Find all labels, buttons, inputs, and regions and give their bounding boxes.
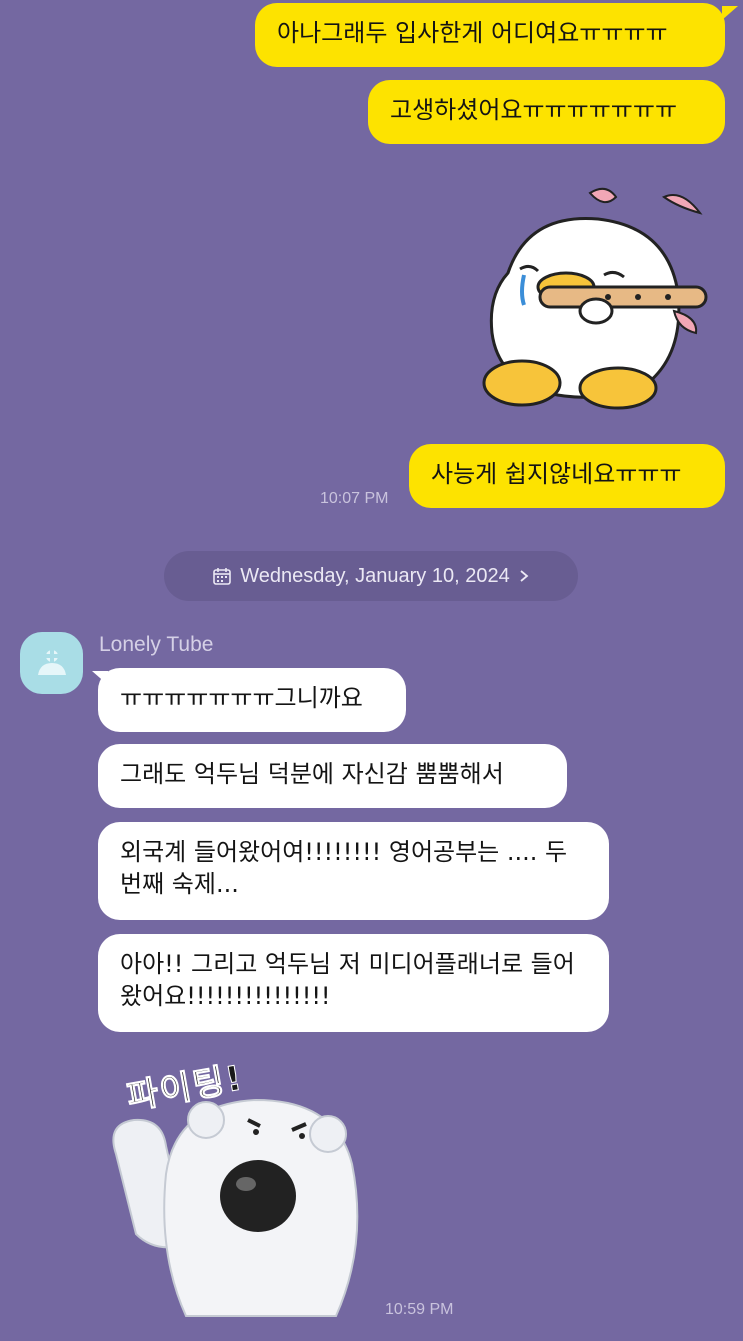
chat-room: 아나그래두 입사한게 어디여요ㅠㅠㅠㅠ 고생하셨어요ㅠㅠㅠㅠㅠㅠㅠ 10:07 … xyxy=(0,0,743,1341)
message-text: 아아!! 그리고 억두님 저 미디어플래너로 들어왔어요!!!!!!!!!!!!… xyxy=(120,950,575,1010)
my-message-bubble[interactable]: 고생하셨어요ㅠㅠㅠㅠㅠㅠㅠ xyxy=(368,80,725,144)
polar-bear-fighting-sticker[interactable]: 파이팅! xyxy=(96,1054,376,1324)
crying-duck-sticker[interactable] xyxy=(478,183,718,413)
message-text: 아나그래두 입사한게 어디여요ㅠㅠㅠㅠ xyxy=(277,19,668,47)
sender-name: Lonely Tube xyxy=(99,633,214,656)
my-message-bubble[interactable]: 아나그래두 입사한게 어디여요ㅠㅠㅠㅠ xyxy=(255,3,725,67)
calendar-icon xyxy=(212,566,232,586)
message-text: ㅠㅠㅠㅠㅠㅠㅠ그니까요 xyxy=(120,684,363,712)
message-text: 고생하셨어요ㅠㅠㅠㅠㅠㅠㅠ xyxy=(390,96,678,124)
date-label: Wednesday, January 10, 2024 xyxy=(240,564,510,587)
message-time: 10:07 PM xyxy=(320,490,389,507)
date-separator[interactable]: Wednesday, January 10, 2024 xyxy=(164,551,578,601)
default-profile-icon xyxy=(34,645,70,681)
message-time: 10:59 PM xyxy=(385,1301,454,1318)
chevron-right-icon xyxy=(518,569,530,583)
message-text: 외국계 들어왔어여!!!!!!!! 영어공부는 .... 두번째 숙제... xyxy=(120,838,568,898)
message-text: 사능게 쉽지않네요ㅠㅠㅠ xyxy=(431,460,682,488)
their-message-bubble[interactable]: ㅠㅠㅠㅠㅠㅠㅠ그니까요 xyxy=(98,668,406,732)
avatar[interactable] xyxy=(20,632,83,694)
their-message-bubble[interactable]: 아아!! 그리고 억두님 저 미디어플래너로 들어왔어요!!!!!!!!!!!!… xyxy=(98,934,609,1032)
my-message-bubble[interactable]: 사능게 쉽지않네요ㅠㅠㅠ xyxy=(409,444,725,508)
their-message-bubble[interactable]: 그래도 억두님 덕분에 자신감 뿜뿜해서 xyxy=(98,744,567,808)
bubble-tail xyxy=(722,6,738,20)
message-text: 그래도 억두님 덕분에 자신감 뿜뿜해서 xyxy=(120,760,504,788)
their-message-bubble[interactable]: 외국계 들어왔어여!!!!!!!! 영어공부는 .... 두번째 숙제... xyxy=(98,822,609,920)
